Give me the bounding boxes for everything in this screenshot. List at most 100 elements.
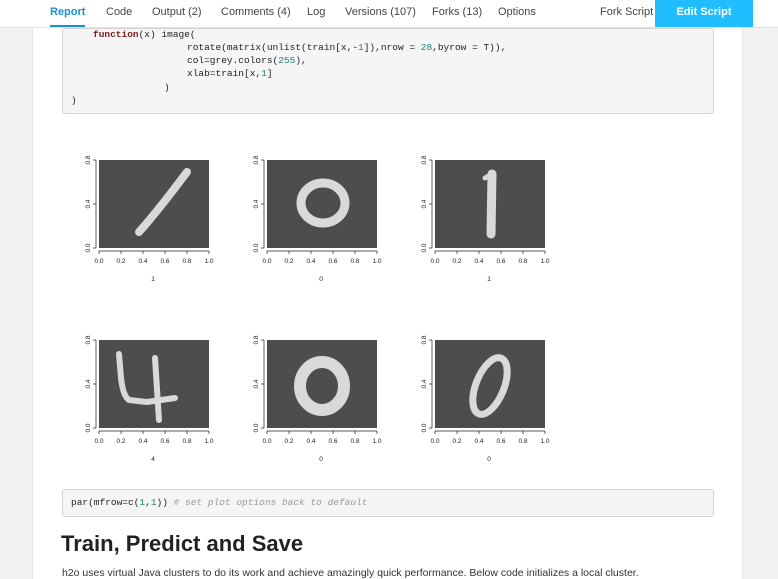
code-line: par(mfrow=c(1,1)) # set plot options bac… [71,497,367,508]
y-tick-label: 0.4 [421,199,428,208]
digit-plot: 0.0 0.2 0.4 0.6 0.8 1.0 0.0 0.4 0.8 0 [249,153,389,293]
section-heading: Train, Predict and Save [61,531,304,556]
y-tick-label: 0.0 [421,423,428,432]
digit-image-plot: 0.0 0.2 0.4 0.6 0.8 1.0 0.0 0.4 0.8 0 [421,335,550,463]
y-tick-label: 0.0 [253,423,260,432]
x-tick-label: 0.0 [262,258,271,265]
x-tick-label: 0.4 [306,438,315,445]
digit-stroke [152,355,162,423]
tab-output[interactable]: Output (2) [152,0,202,27]
x-tick-label: 0.0 [262,438,271,445]
digit-image-plot: 0.0 0.2 0.4 0.6 0.8 1.0 0.0 0.4 0.8 1 [85,155,214,283]
y-tick-label: 0.0 [253,243,260,252]
tab-versions[interactable]: Versions (107) [345,0,416,27]
x-tick-label: 0.8 [350,258,359,265]
digit-image-plot: 0.0 0.2 0.4 0.6 0.8 1.0 0.0 0.4 0.8 0 [253,155,382,283]
x-axis-label: 1 [151,276,155,283]
code-text: ), [295,55,307,66]
y-tick-label: 0.4 [253,199,260,208]
digit-plot: 0.0 0.2 0.4 0.6 0.8 1.0 0.0 0.4 0.8 1 [417,153,557,293]
tab-forks[interactable]: Forks (13) [432,0,482,27]
x-tick-label: 1.0 [540,258,549,265]
x-tick-label: 0.0 [430,258,439,265]
x-tick-label: 0.8 [182,258,191,265]
digit-plot: 0.0 0.2 0.4 0.6 0.8 1.0 0.0 0.4 0.8 4 [81,333,221,473]
code-block-image-function: function(x) image( rotate(matrix(unlist(… [62,28,714,114]
x-tick-label: 0.6 [328,258,337,265]
x-tick-label: 0.8 [518,438,527,445]
code-line: rotate(matrix(unlist(train[x,-1]),nrow =… [187,42,506,53]
section-paragraph: h2o uses virtual Java clusters to do its… [62,567,639,579]
code-comment: # set plot options back to default [173,497,368,508]
x-tick-label: 0.8 [518,258,527,265]
code-line: xlab=train[x,1] [187,68,273,79]
x-tick-label: 0.4 [474,438,483,445]
plot-image-area [99,160,209,248]
code-text: ]),nrow = [363,42,421,53]
code-text: ,byrow = T)), [432,42,507,53]
x-tick-label: 0.4 [474,258,483,265]
report-page: function(x) image( rotate(matrix(unlist(… [32,28,743,579]
x-tick-label: 0.4 [306,258,315,265]
y-tick-label: 0.4 [85,199,92,208]
tab-log[interactable]: Log [307,0,325,27]
x-tick-label: 1.0 [372,438,381,445]
x-tick-label: 0.6 [496,438,505,445]
y-tick-label: 0.8 [85,155,92,164]
y-tick-label: 0.4 [85,379,92,388]
x-tick-label: 1.0 [204,438,213,445]
code-text: (x) image( [138,29,196,40]
code-text: )) [156,497,174,508]
code-line: ) [71,95,77,106]
digit-plot: 0.0 0.2 0.4 0.6 0.8 1.0 0.0 0.4 0.8 0 [249,333,389,473]
code-line: col=grey.colors(255), [187,55,307,66]
y-tick-label: 0.0 [85,243,92,252]
x-tick-label: 0.0 [430,438,439,445]
digit-image-plot: 0.0 0.2 0.4 0.6 0.8 1.0 0.0 0.4 0.8 4 [85,335,214,463]
x-tick-label: 0.4 [138,438,147,445]
x-tick-label: 0.8 [182,438,191,445]
x-tick-label: 0.2 [452,258,461,265]
x-tick-label: 0.0 [94,258,103,265]
tab-comments[interactable]: Comments (4) [221,0,291,27]
x-axis-label: 0 [487,456,491,463]
digit-plot: 0.0 0.2 0.4 0.6 0.8 1.0 0.0 0.4 0.8 1 [81,153,221,293]
x-axis-label: 0 [319,456,323,463]
x-tick-label: 1.0 [204,258,213,265]
top-nav-bar: Report Code Output (2) Comments (4) Log … [0,0,778,28]
digit-stroke [482,171,495,181]
code-keyword: function [93,29,139,40]
y-tick-label: 0.8 [421,335,428,344]
y-tick-label: 0.0 [85,423,92,432]
y-tick-label: 0.4 [421,379,428,388]
x-tick-label: 0.0 [94,438,103,445]
x-tick-label: 0.2 [284,258,293,265]
x-tick-label: 0.2 [116,258,125,265]
code-line: ) [164,82,170,93]
code-block-par: par(mfrow=c(1,1)) # set plot options bac… [62,489,714,517]
x-axis-label: 0 [319,276,323,283]
tab-options[interactable]: Options [498,0,536,27]
fork-script-link[interactable]: Fork Script [600,0,653,27]
y-tick-label: 0.8 [253,155,260,164]
x-tick-label: 0.2 [284,438,293,445]
digit-stroke [486,169,497,239]
code-number: 255 [278,55,296,66]
y-tick-label: 0.8 [85,335,92,344]
x-axis-label: 4 [151,456,155,463]
x-tick-label: 0.6 [160,438,169,445]
y-tick-label: 0.8 [421,155,428,164]
tab-code[interactable]: Code [106,0,132,27]
code-text: par(mfrow=c( [71,497,140,508]
y-tick-label: 0.8 [253,335,260,344]
x-tick-label: 0.6 [328,438,337,445]
tab-report[interactable]: Report [50,0,86,27]
digit-image-plot: 0.0 0.2 0.4 0.6 0.8 1.0 0.0 0.4 0.8 0 [253,335,382,463]
edit-script-button[interactable]: Edit Script [655,0,753,27]
y-tick-label: 0.0 [421,243,428,252]
code-line: function(x) image( [93,29,196,40]
digit-image-plot: 0.0 0.2 0.4 0.6 0.8 1.0 0.0 0.4 0.8 1 [421,155,550,283]
x-tick-label: 0.6 [496,258,505,265]
digit-plot: 0.0 0.2 0.4 0.6 0.8 1.0 0.0 0.4 0.8 0 [417,333,557,473]
x-tick-label: 0.2 [116,438,125,445]
